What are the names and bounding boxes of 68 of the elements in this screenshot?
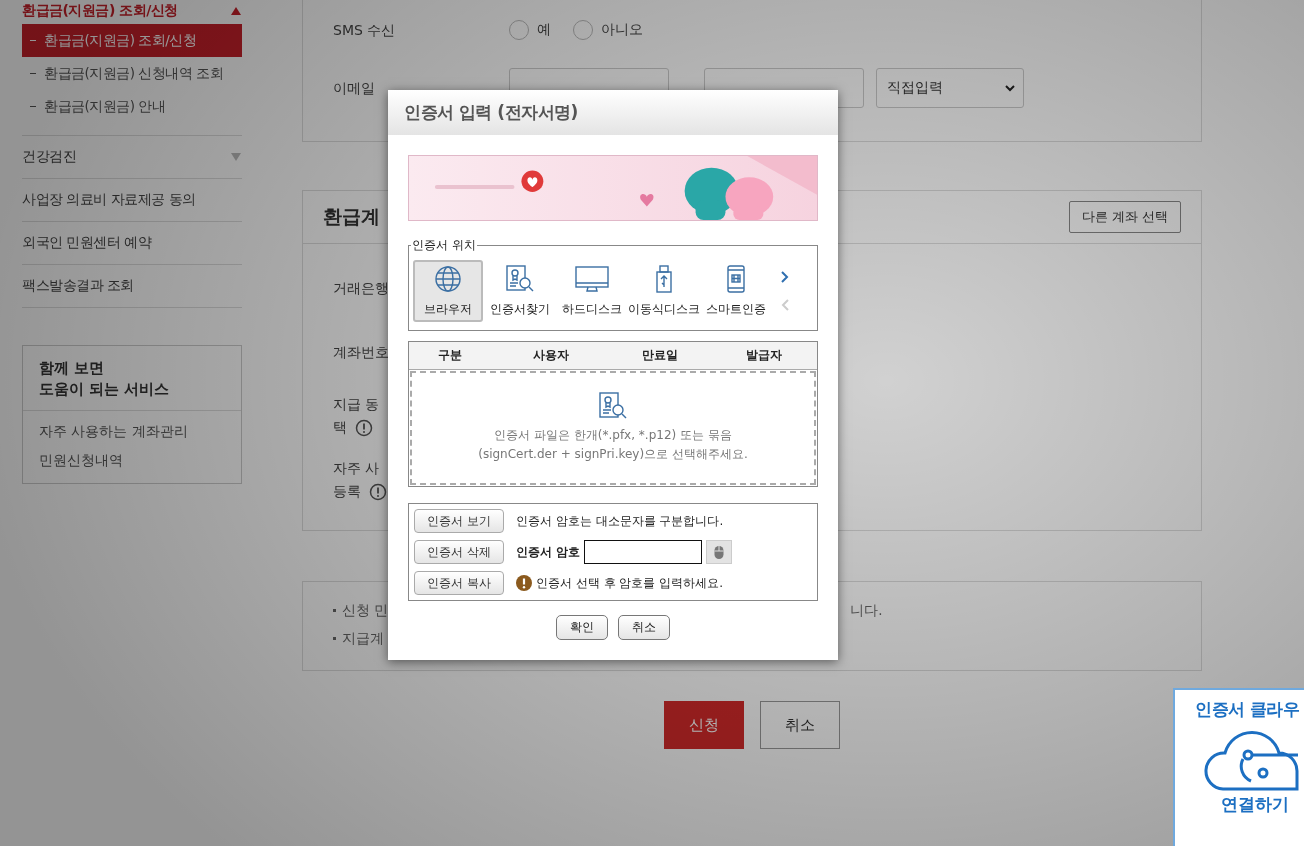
notice-text: 니다. <box>850 601 883 620</box>
warning-message: 인증서 선택 후 암호를 입력하세요. <box>536 574 724 592</box>
password-field[interactable] <box>584 540 703 564</box>
info-icon[interactable] <box>355 418 373 437</box>
field-label: 거래은행 <box>333 278 389 298</box>
sidebar-menu-item[interactable]: 외국인 민원센터 예약 <box>22 234 152 252</box>
location-tab[interactable]: 스마트인증 <box>701 260 771 322</box>
location-tab[interactable]: 인증서찾기 <box>485 260 555 322</box>
chevron-down-icon[interactable] <box>1005 84 1015 92</box>
case-sensitivity-note: 인증서 암호는 대소문자를 구분합니다. <box>516 512 724 530</box>
usb-drive-icon <box>655 264 673 293</box>
radio-label[interactable]: 아니오 <box>601 21 643 39</box>
column-header: 사용자 <box>532 347 570 364</box>
cloud-connect-link[interactable]: 연결하기 <box>1221 793 1289 816</box>
related-service-link[interactable]: 민원신청내역 <box>39 450 225 471</box>
field-label: 계좌번호 <box>333 342 389 362</box>
info-icon[interactable] <box>369 482 387 501</box>
warning-icon <box>516 575 532 591</box>
sidebar-menu-item[interactable]: 팩스발송결과 조회 <box>22 277 134 295</box>
confirm-button[interactable]: 확인 <box>556 615 608 640</box>
sidebar-submenu-item[interactable]: 환급금(지원금) 조회/신청 <box>22 24 242 57</box>
sidebar-menu-item[interactable]: 사업장 의료비 자료제공 동의 <box>22 191 196 209</box>
location-tab[interactable]: 이동식디스크 <box>629 260 699 322</box>
sidebar-menu-item[interactable]: 건강검진 <box>22 148 76 166</box>
field-label: 택 <box>333 418 347 437</box>
cancel-button[interactable]: 취소 <box>760 701 840 749</box>
field-label: SMS 수신 <box>333 20 397 40</box>
domain-select[interactable]: 직접입력 <box>876 68 1024 108</box>
sidebar-menu-item[interactable]: 환급금(지원금) 조회/신청 <box>22 2 178 20</box>
related-services-title: 함께 보면 도움이 되는 서비스 <box>23 346 241 411</box>
cancel-button[interactable]: 취소 <box>618 615 670 640</box>
related-service-link[interactable]: 자주 사용하는 계좌관리 <box>39 421 225 442</box>
radio-button[interactable] <box>509 20 529 40</box>
secure-keyboard-button[interactable] <box>706 540 733 564</box>
field-label: 자주 사 <box>333 459 380 478</box>
certificate-search-icon <box>598 392 628 420</box>
sidebar-submenu-item[interactable]: 환급금(지원금) 안내 <box>22 90 242 123</box>
other-account-button[interactable]: 다른 계좌 선택 <box>1068 201 1181 233</box>
radio-label[interactable]: 예 <box>537 21 551 39</box>
location-tab[interactable]: 하드디스크 <box>557 260 627 322</box>
certificate-action-button[interactable]: 인증서 보기 <box>414 509 504 533</box>
apply-button[interactable]: 신청 <box>664 701 744 749</box>
cloud-badge-title[interactable]: 인증서 클라우 <box>1195 698 1300 721</box>
cloud-icon <box>1203 729 1299 791</box>
notice-text: 지급계 <box>342 629 384 648</box>
certificate-action-button[interactable]: 인증서 삭제 <box>414 540 504 564</box>
notice-text: 신청 민 <box>342 601 389 620</box>
column-header: 만료일 <box>641 347 679 364</box>
empty-list-message: 인증서 파일은 한개(*.pfx, *.p12) 또는 묶음 (signCert.der + signPri.key)으로 선택해주세요. <box>478 427 748 463</box>
section-title: 환급계 <box>323 204 380 229</box>
mouse-icon <box>714 544 725 560</box>
group-legend: 인증서 위치 <box>411 237 477 254</box>
certificate-action-button[interactable]: 인증서 복사 <box>414 571 504 595</box>
field-label: 지급 동 <box>333 395 380 414</box>
collapse-arrow-icon[interactable] <box>230 6 242 16</box>
certificate-search-icon <box>505 264 535 293</box>
field-label: 등록 <box>333 482 361 501</box>
radio-button[interactable] <box>573 20 593 40</box>
globe-icon <box>434 264 462 293</box>
password-label: 인증서 암호 <box>516 543 581 561</box>
monitor-icon <box>575 264 609 293</box>
dialog-title: 인증서 입력 (전자서명) <box>404 101 578 124</box>
column-header: 구분 <box>437 347 463 364</box>
sidebar-submenu-item[interactable]: 환급금(지원금) 신청내역 조회 <box>22 57 242 90</box>
location-tab[interactable]: 브라우저 <box>413 260 483 322</box>
column-header: 발급자 <box>745 347 783 364</box>
smartphone-icon <box>726 264 746 293</box>
field-label: 이메일 <box>333 78 376 98</box>
